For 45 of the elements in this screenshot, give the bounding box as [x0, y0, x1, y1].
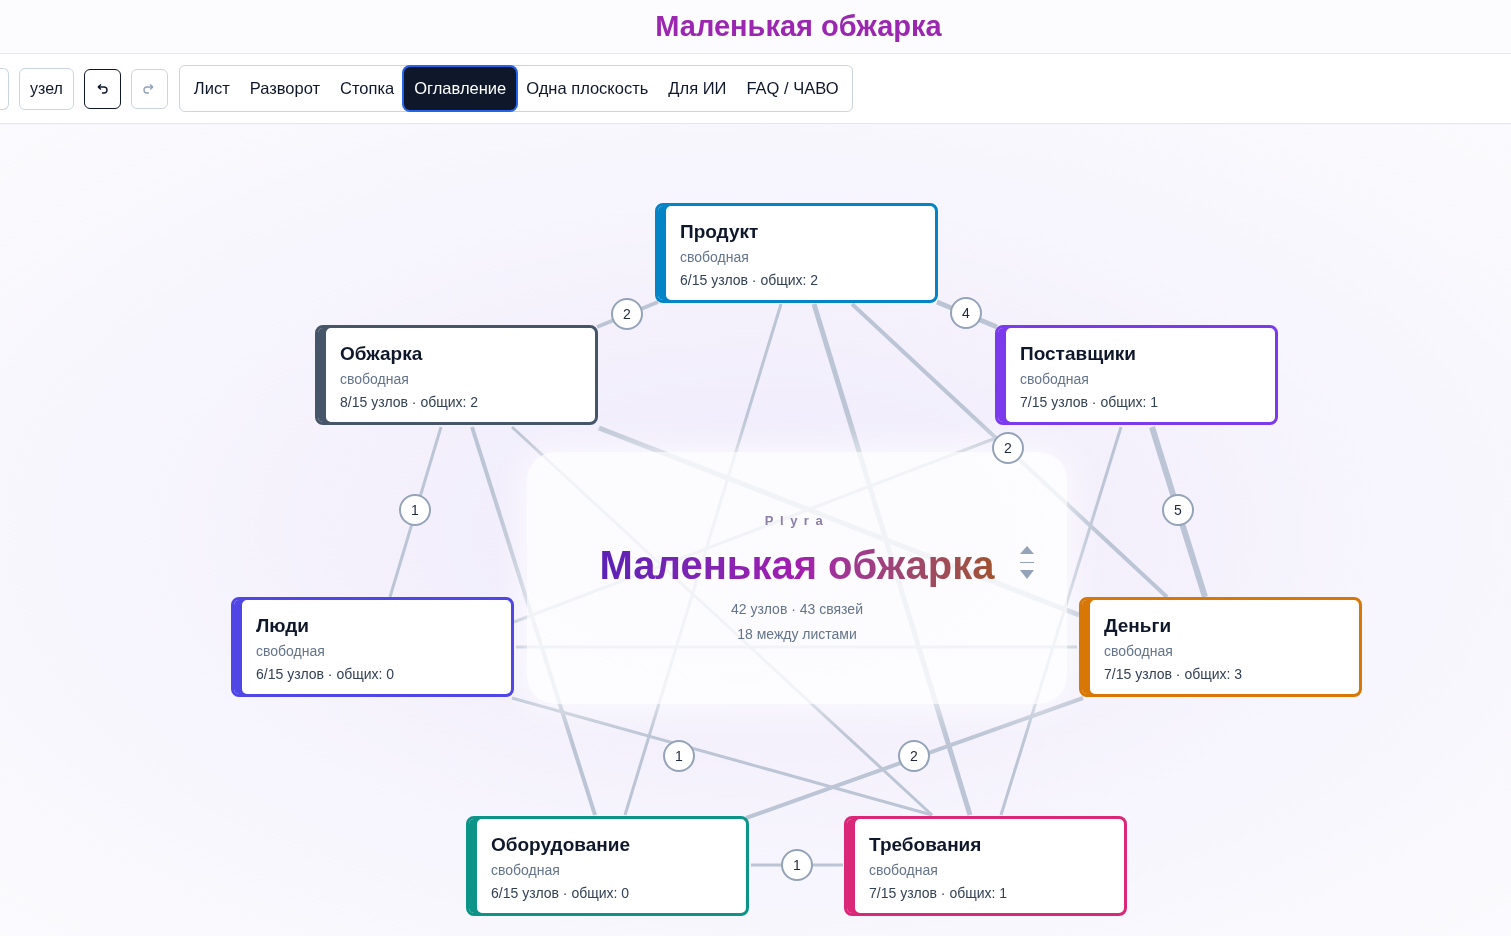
sheet-card[interactable]: Деньги свободная 7/15 узлов · общих: 3 — [1079, 597, 1362, 697]
project-stats: 42 узлов · 43 связей — [731, 599, 863, 619]
redo-button[interactable] — [130, 68, 168, 109]
sheet-mode: свободная — [491, 861, 561, 880]
sheet-stats: 8/15 узлов · общих: 2 — [340, 393, 480, 412]
view-tab[interactable]: FAQ / ЧАВО — [736, 67, 849, 110]
sheet-mode: свободная — [256, 642, 326, 661]
sheet-mode: свободная — [340, 370, 410, 389]
cross-links-count: 18 между листами — [737, 624, 857, 644]
sheet-card[interactable]: Обжарка свободная 8/15 узлов · общих: 2 — [315, 325, 598, 425]
sheet-card[interactable]: Требования свободная 7/15 узлов · общих: 1 — [844, 816, 1127, 916]
sheet-title: Оборудование — [491, 833, 631, 857]
sheet-title: Поставщики — [1020, 342, 1138, 366]
sheet-title: Продукт — [680, 220, 760, 244]
sheet-card[interactable]: Оборудование свободная 6/15 узлов · общих: 0 — [466, 816, 749, 916]
undo-icon — [96, 83, 109, 94]
view-tab[interactable]: Стопка — [330, 67, 405, 110]
sheet-stats: 7/15 узлов · общих: 1 — [1020, 393, 1160, 412]
view-tab[interactable]: Разворот — [239, 67, 331, 110]
sheet-card[interactable]: Люди свободная 6/15 узлов · общих: 0 — [231, 597, 514, 697]
redo-icon — [143, 83, 156, 94]
sheet-mode: свободная — [869, 861, 939, 880]
sheet-title: Деньги — [1104, 614, 1173, 638]
sheet-card[interactable]: Продукт свободная 6/15 узлов · общих: 2 — [655, 203, 938, 303]
sheet-title: Требования — [869, 833, 983, 857]
sheet-mode: свободная — [1020, 370, 1090, 389]
view-tab[interactable]: Оглавление — [404, 67, 517, 110]
app-title: Маленькая обжарка — [655, 8, 942, 44]
toolbar-button[interactable] — [0, 67, 9, 110]
sheet-stats: 7/15 узлов · общих: 3 — [1104, 665, 1244, 684]
sheet-title: Обжарка — [340, 342, 424, 366]
undo-button[interactable] — [83, 68, 121, 109]
sheet-stats: 6/15 узлов · общих: 2 — [680, 271, 820, 290]
add-node-button[interactable]: узел — [19, 67, 74, 110]
sheet-stats: 7/15 узлов · общих: 1 — [869, 884, 1009, 903]
brand-label: Plyra — [764, 512, 830, 531]
sheet-card[interactable]: Поставщики свободная 7/15 узлов · общих: 1 — [995, 325, 1278, 425]
sheet-title: Люди — [256, 614, 311, 638]
sheet-mode: свободная — [680, 248, 750, 267]
sheet-mode: свободная — [1104, 642, 1174, 661]
view-tab[interactable]: Лист — [183, 67, 240, 110]
view-tab[interactable]: Одна плоскость — [516, 67, 659, 110]
sheet-stats: 6/15 узлов · общих: 0 — [256, 665, 396, 684]
view-tab[interactable]: Для ИИ — [658, 67, 737, 110]
sheet-stats: 6/15 узлов · общих: 0 — [491, 884, 631, 903]
